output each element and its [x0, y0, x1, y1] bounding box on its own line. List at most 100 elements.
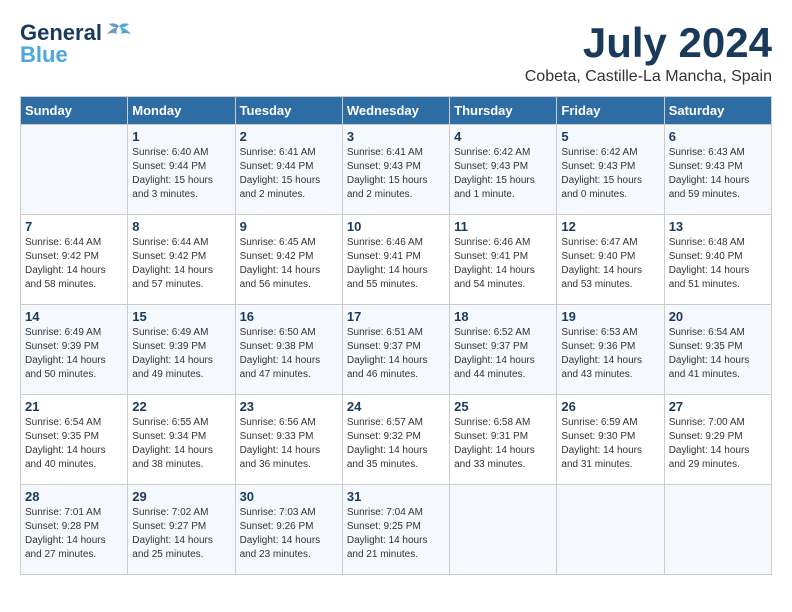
calendar-cell: 18 Sunrise: 6:52 AM Sunset: 9:37 PM Dayli… — [450, 305, 557, 395]
location-subtitle: Cobeta, Castille-La Mancha, Spain — [525, 68, 772, 86]
calendar-cell: 28 Sunrise: 7:01 AM Sunset: 9:28 PM Dayli… — [21, 485, 128, 575]
calendar-cell — [664, 485, 771, 575]
calendar-cell: 31Sunrise: 7:04 AM Sunset: 9:25 PM Dayli… — [342, 485, 449, 575]
day-info: Sunrise: 6:40 AM Sunset: 9:44 PM Dayligh… — [132, 146, 230, 202]
day-number: 19 — [561, 309, 659, 324]
day-number: 20 — [669, 309, 767, 324]
day-info: Sunrise: 6:46 AM Sunset: 9:41 PM Dayligh… — [347, 236, 445, 292]
calendar-cell: 10 Sunrise: 6:46 AM Sunset: 9:41 PM Dayli… — [342, 215, 449, 305]
calendar-cell: 25 Sunrise: 6:58 AM Sunset: 9:31 PM Dayli… — [450, 395, 557, 485]
header-thursday: Thursday — [450, 97, 557, 125]
day-number: 5 — [561, 129, 659, 144]
day-info: Sunrise: 6:45 AM Sunset: 9:42 PM Dayligh… — [240, 236, 338, 292]
day-info: Sunrise: 6:44 AM Sunset: 9:42 PM Dayligh… — [25, 236, 123, 292]
day-info: Sunrise: 6:43 AM Sunset: 9:43 PM Dayligh… — [669, 146, 767, 202]
calendar-cell: 23Sunrise: 6:56 AM Sunset: 9:33 PM Dayli… — [235, 395, 342, 485]
day-number: 6 — [669, 129, 767, 144]
calendar-week-row: 28 Sunrise: 7:01 AM Sunset: 9:28 PM Dayli… — [21, 485, 772, 575]
day-info: Sunrise: 6:52 AM Sunset: 9:37 PM Dayligh… — [454, 326, 552, 382]
day-info: Sunrise: 6:49 AM Sunset: 9:39 PM Dayligh… — [25, 326, 123, 382]
day-number: 2 — [240, 129, 338, 144]
calendar-cell: 19 Sunrise: 6:53 AM Sunset: 9:36 PM Dayli… — [557, 305, 664, 395]
day-number: 3 — [347, 129, 445, 144]
calendar-cell: 9 Sunrise: 6:45 AM Sunset: 9:42 PM Daylig… — [235, 215, 342, 305]
header-saturday: Saturday — [664, 97, 771, 125]
day-number: 29 — [132, 489, 230, 504]
calendar-cell: 1 Sunrise: 6:40 AM Sunset: 9:44 PM Daylig… — [128, 125, 235, 215]
header-wednesday: Wednesday — [342, 97, 449, 125]
calendar-cell: 15 Sunrise: 6:49 AM Sunset: 9:39 PM Dayli… — [128, 305, 235, 395]
day-number: 13 — [669, 219, 767, 234]
day-info: Sunrise: 6:51 AM Sunset: 9:37 PM Dayligh… — [347, 326, 445, 382]
calendar-cell: 5 Sunrise: 6:42 AM Sunset: 9:43 PM Daylig… — [557, 125, 664, 215]
calendar-cell: 11Sunrise: 6:46 AM Sunset: 9:41 PM Dayli… — [450, 215, 557, 305]
calendar-cell — [557, 485, 664, 575]
day-info: Sunrise: 6:49 AM Sunset: 9:39 PM Dayligh… — [132, 326, 230, 382]
calendar-cell: 29Sunrise: 7:02 AM Sunset: 9:27 PM Dayli… — [128, 485, 235, 575]
header-tuesday: Tuesday — [235, 97, 342, 125]
calendar-cell: 8Sunrise: 6:44 AM Sunset: 9:42 PM Daylig… — [128, 215, 235, 305]
day-number: 15 — [132, 309, 230, 324]
day-info: Sunrise: 6:53 AM Sunset: 9:36 PM Dayligh… — [561, 326, 659, 382]
day-number: 31 — [347, 489, 445, 504]
header-monday: Monday — [128, 97, 235, 125]
day-number: 30 — [240, 489, 338, 504]
day-info: Sunrise: 6:41 AM Sunset: 9:44 PM Dayligh… — [240, 146, 338, 202]
day-number: 17 — [347, 309, 445, 324]
day-number: 26 — [561, 399, 659, 414]
day-info: Sunrise: 6:41 AM Sunset: 9:43 PM Dayligh… — [347, 146, 445, 202]
calendar-week-row: 14Sunrise: 6:49 AM Sunset: 9:39 PM Dayli… — [21, 305, 772, 395]
logo-bird-icon — [105, 22, 133, 44]
day-info: Sunrise: 6:55 AM Sunset: 9:34 PM Dayligh… — [132, 416, 230, 472]
day-info: Sunrise: 6:59 AM Sunset: 9:30 PM Dayligh… — [561, 416, 659, 472]
day-info: Sunrise: 6:58 AM Sunset: 9:31 PM Dayligh… — [454, 416, 552, 472]
day-number: 11 — [454, 219, 552, 234]
calendar-week-row: 21 Sunrise: 6:54 AM Sunset: 9:35 PM Dayli… — [21, 395, 772, 485]
calendar-table: SundayMondayTuesdayWednesdayThursdayFrid… — [20, 96, 772, 575]
day-number: 1 — [132, 129, 230, 144]
calendar-header-row: SundayMondayTuesdayWednesdayThursdayFrid… — [21, 97, 772, 125]
day-number: 25 — [454, 399, 552, 414]
calendar-cell: 4 Sunrise: 6:42 AM Sunset: 9:43 PM Daylig… — [450, 125, 557, 215]
calendar-cell: 20 Sunrise: 6:54 AM Sunset: 9:35 PM Dayli… — [664, 305, 771, 395]
day-info: Sunrise: 7:00 AM Sunset: 9:29 PM Dayligh… — [669, 416, 767, 472]
calendar-cell: 21 Sunrise: 6:54 AM Sunset: 9:35 PM Dayli… — [21, 395, 128, 485]
day-number: 27 — [669, 399, 767, 414]
day-number: 21 — [25, 399, 123, 414]
header-sunday: Sunday — [21, 97, 128, 125]
day-number: 24 — [347, 399, 445, 414]
month-title: July 2024 — [525, 20, 772, 66]
day-info: Sunrise: 6:42 AM Sunset: 9:43 PM Dayligh… — [561, 146, 659, 202]
calendar-cell: 27 Sunrise: 7:00 AM Sunset: 9:29 PM Dayli… — [664, 395, 771, 485]
calendar-cell: 16 Sunrise: 6:50 AM Sunset: 9:38 PM Dayli… — [235, 305, 342, 395]
day-info: Sunrise: 6:50 AM Sunset: 9:38 PM Dayligh… — [240, 326, 338, 382]
day-number: 10 — [347, 219, 445, 234]
title-block: July 2024 Cobeta, Castille-La Mancha, Sp… — [525, 20, 772, 86]
day-info: Sunrise: 6:48 AM Sunset: 9:40 PM Dayligh… — [669, 236, 767, 292]
header-friday: Friday — [557, 97, 664, 125]
calendar-cell: 13 Sunrise: 6:48 AM Sunset: 9:40 PM Dayli… — [664, 215, 771, 305]
day-number: 16 — [240, 309, 338, 324]
calendar-cell — [21, 125, 128, 215]
day-number: 9 — [240, 219, 338, 234]
calendar-cell: 2 Sunrise: 6:41 AM Sunset: 9:44 PM Daylig… — [235, 125, 342, 215]
calendar-cell: 30 Sunrise: 7:03 AM Sunset: 9:26 PM Dayli… — [235, 485, 342, 575]
day-info: Sunrise: 6:54 AM Sunset: 9:35 PM Dayligh… — [669, 326, 767, 382]
calendar-cell: 24Sunrise: 6:57 AM Sunset: 9:32 PM Dayli… — [342, 395, 449, 485]
day-info: Sunrise: 7:01 AM Sunset: 9:28 PM Dayligh… — [25, 506, 123, 562]
day-number: 4 — [454, 129, 552, 144]
logo: General Blue — [20, 20, 133, 68]
calendar-cell: 6 Sunrise: 6:43 AM Sunset: 9:43 PM Daylig… — [664, 125, 771, 215]
calendar-week-row: 1 Sunrise: 6:40 AM Sunset: 9:44 PM Daylig… — [21, 125, 772, 215]
day-number: 18 — [454, 309, 552, 324]
day-info: Sunrise: 6:44 AM Sunset: 9:42 PM Dayligh… — [132, 236, 230, 292]
calendar-cell: 12Sunrise: 6:47 AM Sunset: 9:40 PM Dayli… — [557, 215, 664, 305]
calendar-week-row: 7Sunrise: 6:44 AM Sunset: 9:42 PM Daylig… — [21, 215, 772, 305]
day-info: Sunrise: 6:42 AM Sunset: 9:43 PM Dayligh… — [454, 146, 552, 202]
calendar-cell: 22Sunrise: 6:55 AM Sunset: 9:34 PM Dayli… — [128, 395, 235, 485]
calendar-cell: 7Sunrise: 6:44 AM Sunset: 9:42 PM Daylig… — [21, 215, 128, 305]
day-info: Sunrise: 7:03 AM Sunset: 9:26 PM Dayligh… — [240, 506, 338, 562]
calendar-cell — [450, 485, 557, 575]
day-info: Sunrise: 6:54 AM Sunset: 9:35 PM Dayligh… — [25, 416, 123, 472]
day-number: 28 — [25, 489, 123, 504]
